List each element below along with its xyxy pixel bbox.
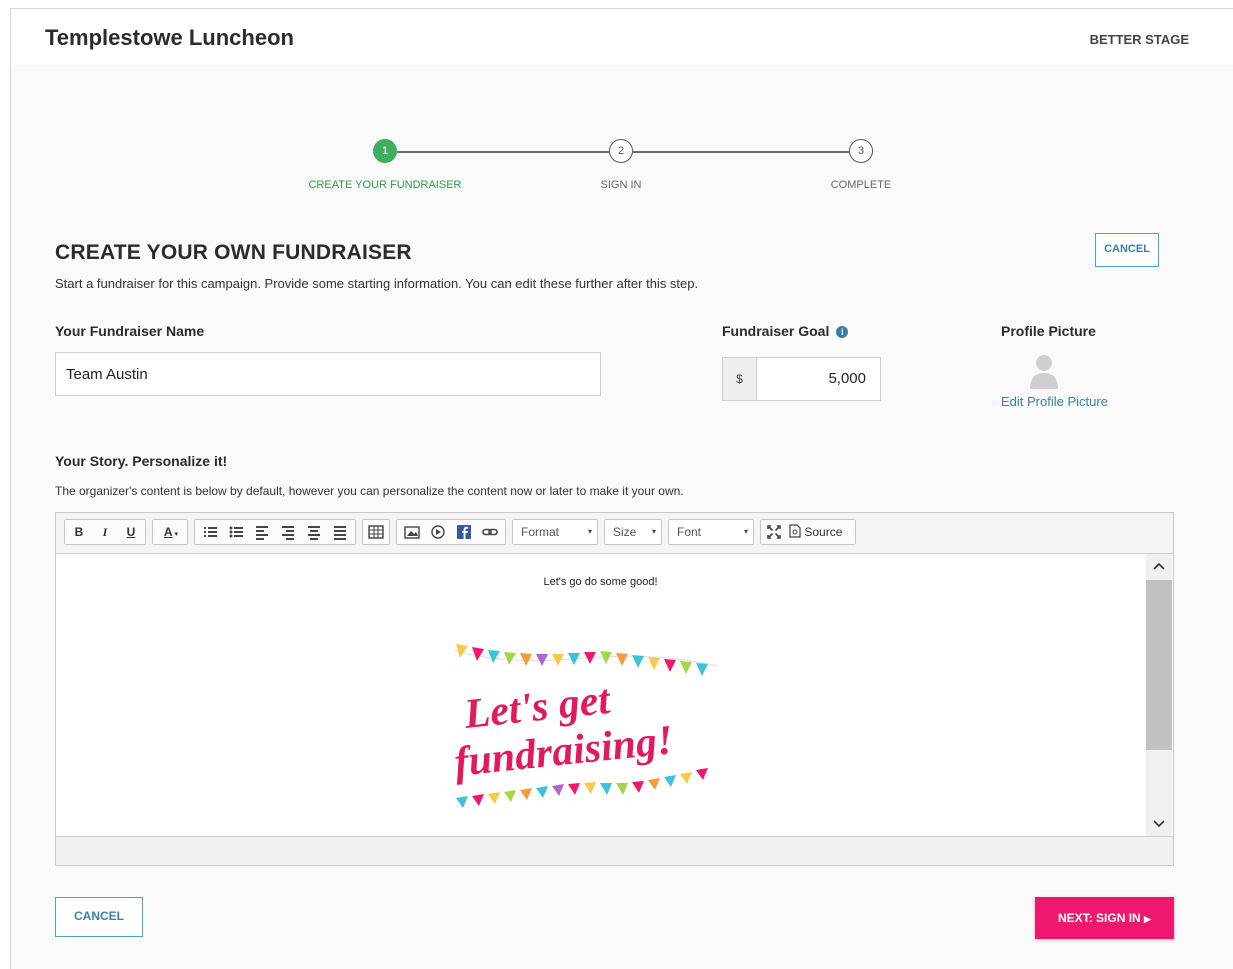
fundraiser-goal-input-group[interactable]: $ 5,000: [722, 357, 881, 401]
campaign-title: Templestowe Luncheon: [45, 25, 294, 50]
fundraiser-goal-label: Fundraiser Goal i: [722, 323, 849, 339]
align-left-icon[interactable]: [251, 520, 273, 544]
font-dropdown[interactable]: Font ▾: [668, 519, 754, 545]
chevron-down-icon: ▾: [651, 527, 656, 536]
page-heading: CREATE YOUR OWN FUNDRAISER: [55, 241, 412, 264]
rich-text-editor: B I U A ▾ Format ▾ Size ▾ Font ▾ Source …: [55, 512, 1174, 866]
toolbar-group-media: [396, 519, 506, 545]
source-doc-icon: [789, 524, 801, 538]
story-title: Your Story. Personalize it!: [55, 453, 228, 469]
size-dropdown-label: Size: [613, 525, 637, 539]
editor-status-bar: [56, 836, 1173, 865]
bullet-list-icon[interactable]: [225, 520, 247, 544]
cancel-button-bottom[interactable]: CANCEL: [55, 897, 143, 937]
step-1-circle: 1: [373, 139, 397, 163]
cancel-button-top[interactable]: CANCEL: [1095, 233, 1159, 267]
story-text: Let's go do some good!: [543, 576, 658, 588]
fundraiser-name-input[interactable]: [55, 352, 601, 396]
size-dropdown[interactable]: Size ▾: [604, 519, 662, 545]
avatar-placeholder-icon: [1030, 355, 1058, 389]
editor-toolbar: B I U A ▾ Format ▾ Size ▾ Font ▾ Source: [56, 513, 1173, 554]
italic-button[interactable]: I: [93, 520, 117, 544]
numbered-list-icon[interactable]: [199, 520, 221, 544]
page-subtext: Start a fundraiser for this campaign. Pr…: [55, 276, 699, 291]
step-3-circle: 3: [849, 139, 873, 163]
source-label: Source: [804, 525, 843, 539]
format-dropdown[interactable]: Format ▾: [512, 519, 598, 545]
org-name: BETTER STAGE: [1089, 32, 1189, 47]
page-frame: Templestowe Luncheon BETTER STAGE 1 2 3 …: [10, 8, 1233, 969]
fundraiser-goal-label-text: Fundraiser Goal: [722, 323, 830, 339]
toolbar-group-table: [362, 519, 390, 545]
editor-scrollbar[interactable]: [1146, 554, 1172, 838]
bold-button[interactable]: B: [67, 520, 91, 544]
source-button[interactable]: Source: [789, 520, 853, 544]
table-icon[interactable]: [365, 520, 387, 544]
text-color-letter: A: [163, 525, 173, 539]
scroll-down-icon[interactable]: [1146, 814, 1172, 836]
video-icon[interactable]: [427, 520, 449, 544]
align-right-icon[interactable]: [277, 520, 299, 544]
step-2-label: SIGN IN: [600, 179, 642, 191]
story-description: The organizer's content is below by defa…: [55, 484, 684, 498]
link-icon[interactable]: [479, 520, 501, 544]
fundraiser-name-label: Your Fundraiser Name: [55, 323, 205, 339]
next-sign-in-label: NEXT: SIGN IN: [1058, 911, 1141, 925]
underline-button[interactable]: U: [119, 520, 143, 544]
next-sign-in-button[interactable]: NEXT: SIGN IN ▶: [1035, 897, 1174, 939]
maximize-icon[interactable]: [763, 520, 785, 544]
step-1-label: CREATE YOUR FUNDRAISER: [308, 179, 462, 191]
format-dropdown-label: Format: [521, 525, 560, 539]
info-icon[interactable]: i: [836, 326, 849, 338]
fundraiser-goal-input[interactable]: 5,000: [828, 358, 866, 400]
font-dropdown-label: Font: [677, 525, 702, 539]
text-color-button[interactable]: A ▾: [155, 520, 187, 544]
toolbar-group-basic: B I U: [64, 519, 146, 545]
profile-picture-label: Profile Picture: [1001, 323, 1096, 339]
chevron-down-icon: ▾: [743, 527, 748, 536]
progress-stepper: 1 2 3 CREATE YOUR FUNDRAISER SIGN IN COM…: [11, 139, 1233, 199]
step-connector: [397, 151, 609, 153]
fundraising-banner-image: Let's get fundraising!: [452, 644, 719, 808]
facebook-icon[interactable]: [453, 520, 475, 544]
chevron-down-icon: ▾: [172, 531, 179, 538]
top-bar: Templestowe Luncheon BETTER STAGE: [11, 9, 1233, 65]
caret-right-icon: ▶: [1144, 914, 1151, 924]
align-justify-icon[interactable]: [329, 520, 351, 544]
toolbar-group-paragraph: [194, 519, 356, 545]
align-center-icon[interactable]: [303, 520, 325, 544]
toolbar-group-view: Source: [760, 519, 856, 545]
chevron-down-icon: ▾: [587, 527, 592, 536]
step-connector: [633, 151, 849, 153]
currency-prefix: $: [723, 358, 757, 400]
toolbar-group-color: A ▾: [152, 519, 188, 545]
editor-content-area[interactable]: Let's go do some good! Let's get fundrai…: [56, 554, 1145, 838]
step-2-circle: 2: [609, 139, 633, 163]
step-3-label: COMPLETE: [830, 179, 892, 191]
scroll-up-icon[interactable]: [1146, 556, 1172, 578]
image-icon[interactable]: [401, 520, 423, 544]
edit-profile-picture-link[interactable]: Edit Profile Picture: [1001, 394, 1108, 409]
scroll-thumb[interactable]: [1146, 580, 1172, 750]
